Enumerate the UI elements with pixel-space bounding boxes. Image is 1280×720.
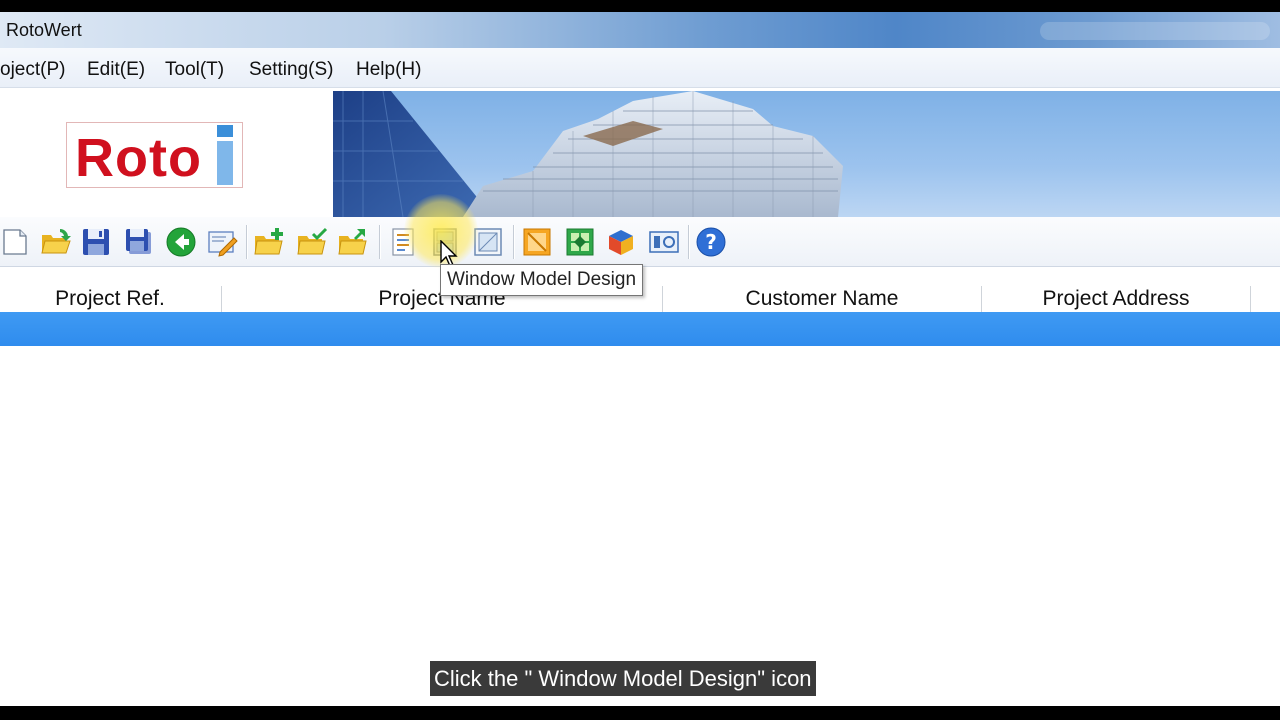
logo-text: Roto <box>75 128 202 188</box>
new-document-icon <box>3 229 27 255</box>
menu-edit[interactable]: Edit(E) <box>87 59 145 81</box>
title-bar[interactable]: RotoWert <box>0 12 1280 48</box>
back-button[interactable] <box>165 226 197 258</box>
new-document-button[interactable] <box>0 226 32 258</box>
folder-arrow-button[interactable] <box>337 226 369 258</box>
menu-help[interactable]: Help(H) <box>356 59 421 81</box>
column-header-project-ref[interactable]: Project Ref. <box>0 284 220 314</box>
open-folder-button[interactable] <box>40 226 72 258</box>
new-folder-icon <box>254 228 283 255</box>
new-folder-button[interactable] <box>253 226 285 258</box>
menu-bar: oject(P) Edit(E) Tool(T) Setting(S) Help… <box>0 48 1280 88</box>
save-button[interactable] <box>80 226 112 258</box>
help-button[interactable]: ? <box>695 226 727 258</box>
settings-panel-icon <box>649 231 679 253</box>
edit-button[interactable] <box>206 226 238 258</box>
open-folder-icon <box>41 228 71 254</box>
folder-arrow-icon <box>338 229 367 255</box>
toolbar-separator <box>246 225 247 259</box>
save-all-button[interactable] <box>123 226 155 258</box>
back-arrow-icon <box>166 227 196 257</box>
toolbar: ? <box>0 217 1280 267</box>
save-all-icon <box>126 229 151 254</box>
tutorial-caption: Click the " Window Model Design" icon <box>430 661 816 696</box>
selected-table-row[interactable] <box>0 312 1280 346</box>
application-window: RotoWert oject(P) Edit(E) Tool(T) Settin… <box>0 12 1280 706</box>
toolbar-separator <box>513 225 514 259</box>
help-icon: ? <box>696 227 726 257</box>
toolbar-separator <box>688 225 689 259</box>
toolbar-separator <box>379 225 380 259</box>
menu-project[interactable]: oject(P) <box>0 59 65 81</box>
title-bar-glow <box>1040 22 1270 40</box>
profile-icon <box>523 228 551 256</box>
column-header-customer-name[interactable]: Customer Name <box>663 284 981 314</box>
column-divider[interactable] <box>1250 286 1251 312</box>
color-cube-icon <box>609 230 633 255</box>
folder-check-button[interactable] <box>296 226 328 258</box>
save-icon <box>83 229 109 255</box>
svg-text:?: ? <box>705 230 717 254</box>
profile-button[interactable] <box>521 226 553 258</box>
menu-setting[interactable]: Setting(S) <box>249 59 333 81</box>
column-header-project-address[interactable]: Project Address <box>982 284 1250 314</box>
edit-icon <box>208 231 238 257</box>
color-cube-button[interactable] <box>605 226 637 258</box>
logo-i-mark <box>217 125 233 185</box>
folder-check-icon <box>297 227 328 255</box>
building-banner-image <box>333 91 1280 217</box>
green-grid-button[interactable] <box>564 226 596 258</box>
green-grid-icon <box>566 228 594 256</box>
settings-panel-button[interactable] <box>648 226 680 258</box>
window-model-design-tooltip: Window Model Design <box>440 264 644 296</box>
window-title: RotoWert <box>6 20 82 40</box>
menu-tool[interactable]: Tool(T) <box>165 59 224 81</box>
roto-logo: Roto <box>66 122 243 188</box>
banner: Roto <box>0 91 1280 217</box>
